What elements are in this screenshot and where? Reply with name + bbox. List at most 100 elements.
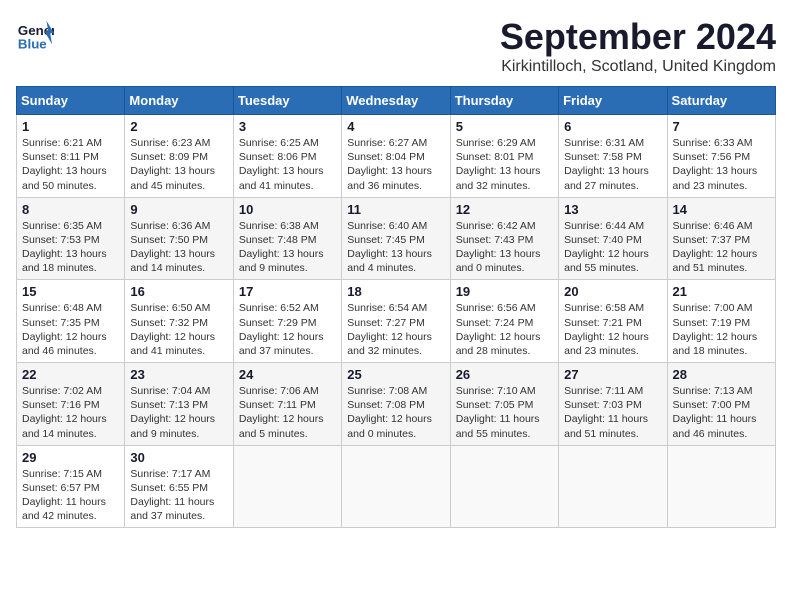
day-number: 5 — [456, 119, 553, 134]
calendar-cell: 18 Sunrise: 6:54 AMSunset: 7:27 PMDayligh… — [342, 280, 450, 363]
calendar-cell: 17 Sunrise: 6:52 AMSunset: 7:29 PMDayligh… — [233, 280, 341, 363]
day-number: 30 — [130, 450, 227, 465]
calendar-cell — [233, 445, 341, 528]
calendar-cell: 21 Sunrise: 7:00 AMSunset: 7:19 PMDayligh… — [667, 280, 775, 363]
day-number: 21 — [673, 284, 770, 299]
day-detail: Sunrise: 7:00 AMSunset: 7:19 PMDaylight:… — [673, 301, 770, 358]
day-detail: Sunrise: 7:06 AMSunset: 7:11 PMDaylight:… — [239, 384, 336, 441]
day-detail: Sunrise: 6:44 AMSunset: 7:40 PMDaylight:… — [564, 219, 661, 276]
header-wednesday: Wednesday — [342, 87, 450, 115]
day-number: 20 — [564, 284, 661, 299]
day-detail: Sunrise: 6:48 AMSunset: 7:35 PMDaylight:… — [22, 301, 119, 358]
day-number: 25 — [347, 367, 444, 382]
title-area: September 2024 Kirkintilloch, Scotland, … — [500, 16, 776, 76]
day-detail: Sunrise: 6:54 AMSunset: 7:27 PMDaylight:… — [347, 301, 444, 358]
day-detail: Sunrise: 6:21 AMSunset: 8:11 PMDaylight:… — [22, 136, 119, 193]
page-header: General Blue September 2024 Kirkintilloc… — [16, 16, 776, 76]
day-detail: Sunrise: 6:40 AMSunset: 7:45 PMDaylight:… — [347, 219, 444, 276]
day-detail: Sunrise: 7:02 AMSunset: 7:16 PMDaylight:… — [22, 384, 119, 441]
calendar-cell: 13 Sunrise: 6:44 AMSunset: 7:40 PMDayligh… — [559, 197, 667, 280]
calendar-cell: 5 Sunrise: 6:29 AMSunset: 8:01 PMDaylight… — [450, 115, 558, 198]
header-thursday: Thursday — [450, 87, 558, 115]
day-number: 16 — [130, 284, 227, 299]
calendar-cell: 27Sunrise: 7:11 AMSunset: 7:03 PMDayligh… — [559, 363, 667, 446]
day-detail: Sunrise: 6:42 AMSunset: 7:43 PMDaylight:… — [456, 219, 553, 276]
day-detail: Sunrise: 6:58 AMSunset: 7:21 PMDaylight:… — [564, 301, 661, 358]
calendar-week-5: 29Sunrise: 7:15 AMSunset: 6:57 PMDayligh… — [17, 445, 776, 528]
day-number: 28 — [673, 367, 770, 382]
calendar-cell — [667, 445, 775, 528]
day-number: 24 — [239, 367, 336, 382]
day-detail: Sunrise: 7:08 AMSunset: 7:08 PMDaylight:… — [347, 384, 444, 441]
calendar-cell: 29Sunrise: 7:15 AMSunset: 6:57 PMDayligh… — [17, 445, 125, 528]
day-number: 2 — [130, 119, 227, 134]
calendar-week-4: 22 Sunrise: 7:02 AMSunset: 7:16 PMDayligh… — [17, 363, 776, 446]
day-number: 4 — [347, 119, 444, 134]
calendar-cell: 8 Sunrise: 6:35 AMSunset: 7:53 PMDaylight… — [17, 197, 125, 280]
day-number: 13 — [564, 202, 661, 217]
day-detail: Sunrise: 6:33 AMSunset: 7:56 PMDaylight:… — [673, 136, 770, 193]
calendar-cell: 7Sunrise: 6:33 AMSunset: 7:56 PMDaylight… — [667, 115, 775, 198]
day-detail: Sunrise: 6:50 AMSunset: 7:32 PMDaylight:… — [130, 301, 227, 358]
header-friday: Friday — [559, 87, 667, 115]
day-detail: Sunrise: 6:52 AMSunset: 7:29 PMDaylight:… — [239, 301, 336, 358]
calendar-cell: 20 Sunrise: 6:58 AMSunset: 7:21 PMDayligh… — [559, 280, 667, 363]
day-detail: Sunrise: 7:17 AMSunset: 6:55 PMDaylight:… — [130, 467, 227, 524]
day-number: 29 — [22, 450, 119, 465]
day-number: 6 — [564, 119, 661, 134]
day-detail: Sunrise: 6:35 AMSunset: 7:53 PMDaylight:… — [22, 219, 119, 276]
svg-text:Blue: Blue — [18, 36, 47, 51]
logo-icon: General Blue — [16, 16, 54, 54]
day-number: 19 — [456, 284, 553, 299]
day-detail: Sunrise: 6:23 AMSunset: 8:09 PMDaylight:… — [130, 136, 227, 193]
header-saturday: Saturday — [667, 87, 775, 115]
day-number: 17 — [239, 284, 336, 299]
day-detail: Sunrise: 6:36 AMSunset: 7:50 PMDaylight:… — [130, 219, 227, 276]
calendar-week-2: 8 Sunrise: 6:35 AMSunset: 7:53 PMDaylight… — [17, 197, 776, 280]
calendar-cell — [559, 445, 667, 528]
calendar-cell: 25 Sunrise: 7:08 AMSunset: 7:08 PMDayligh… — [342, 363, 450, 446]
calendar-cell: 14Sunrise: 6:46 AMSunset: 7:37 PMDayligh… — [667, 197, 775, 280]
calendar-cell: 28 Sunrise: 7:13 AMSunset: 7:00 PMDayligh… — [667, 363, 775, 446]
calendar-week-1: 1 Sunrise: 6:21 AMSunset: 8:11 PMDaylight… — [17, 115, 776, 198]
calendar-cell: 30 Sunrise: 7:17 AMSunset: 6:55 PMDayligh… — [125, 445, 233, 528]
calendar-cell — [342, 445, 450, 528]
calendar-cell: 3 Sunrise: 6:25 AMSunset: 8:06 PMDaylight… — [233, 115, 341, 198]
day-detail: Sunrise: 6:29 AMSunset: 8:01 PMDaylight:… — [456, 136, 553, 193]
calendar-cell: 2 Sunrise: 6:23 AMSunset: 8:09 PMDaylight… — [125, 115, 233, 198]
day-number: 1 — [22, 119, 119, 134]
day-detail: Sunrise: 6:25 AMSunset: 8:06 PMDaylight:… — [239, 136, 336, 193]
day-detail: Sunrise: 7:10 AMSunset: 7:05 PMDaylight:… — [456, 384, 553, 441]
day-number: 22 — [22, 367, 119, 382]
calendar-cell: 11 Sunrise: 6:40 AMSunset: 7:45 PMDayligh… — [342, 197, 450, 280]
header-tuesday: Tuesday — [233, 87, 341, 115]
day-number: 3 — [239, 119, 336, 134]
day-number: 15 — [22, 284, 119, 299]
day-number: 11 — [347, 202, 444, 217]
day-number: 10 — [239, 202, 336, 217]
calendar-header-row: SundayMondayTuesdayWednesdayThursdayFrid… — [17, 87, 776, 115]
header-monday: Monday — [125, 87, 233, 115]
calendar-cell: 12 Sunrise: 6:42 AMSunset: 7:43 PMDayligh… — [450, 197, 558, 280]
day-number: 8 — [22, 202, 119, 217]
day-number: 9 — [130, 202, 227, 217]
month-title: September 2024 — [500, 16, 776, 58]
day-number: 18 — [347, 284, 444, 299]
logo: General Blue — [16, 16, 54, 54]
day-detail: Sunrise: 7:11 AMSunset: 7:03 PMDaylight:… — [564, 384, 661, 441]
day-number: 12 — [456, 202, 553, 217]
calendar-cell: 24 Sunrise: 7:06 AMSunset: 7:11 PMDayligh… — [233, 363, 341, 446]
day-detail: Sunrise: 6:31 AMSunset: 7:58 PMDaylight:… — [564, 136, 661, 193]
calendar-cell: 9 Sunrise: 6:36 AMSunset: 7:50 PMDaylight… — [125, 197, 233, 280]
location-subtitle: Kirkintilloch, Scotland, United Kingdom — [500, 58, 776, 76]
day-detail: Sunrise: 7:13 AMSunset: 7:00 PMDaylight:… — [673, 384, 770, 441]
calendar-table: SundayMondayTuesdayWednesdayThursdayFrid… — [16, 86, 776, 528]
calendar-cell — [450, 445, 558, 528]
calendar-cell: 1 Sunrise: 6:21 AMSunset: 8:11 PMDaylight… — [17, 115, 125, 198]
calendar-cell: 26Sunrise: 7:10 AMSunset: 7:05 PMDayligh… — [450, 363, 558, 446]
calendar-cell: 23 Sunrise: 7:04 AMSunset: 7:13 PMDayligh… — [125, 363, 233, 446]
day-number: 23 — [130, 367, 227, 382]
day-detail: Sunrise: 7:04 AMSunset: 7:13 PMDaylight:… — [130, 384, 227, 441]
calendar-cell: 22 Sunrise: 7:02 AMSunset: 7:16 PMDayligh… — [17, 363, 125, 446]
calendar-cell: 10Sunrise: 6:38 AMSunset: 7:48 PMDayligh… — [233, 197, 341, 280]
